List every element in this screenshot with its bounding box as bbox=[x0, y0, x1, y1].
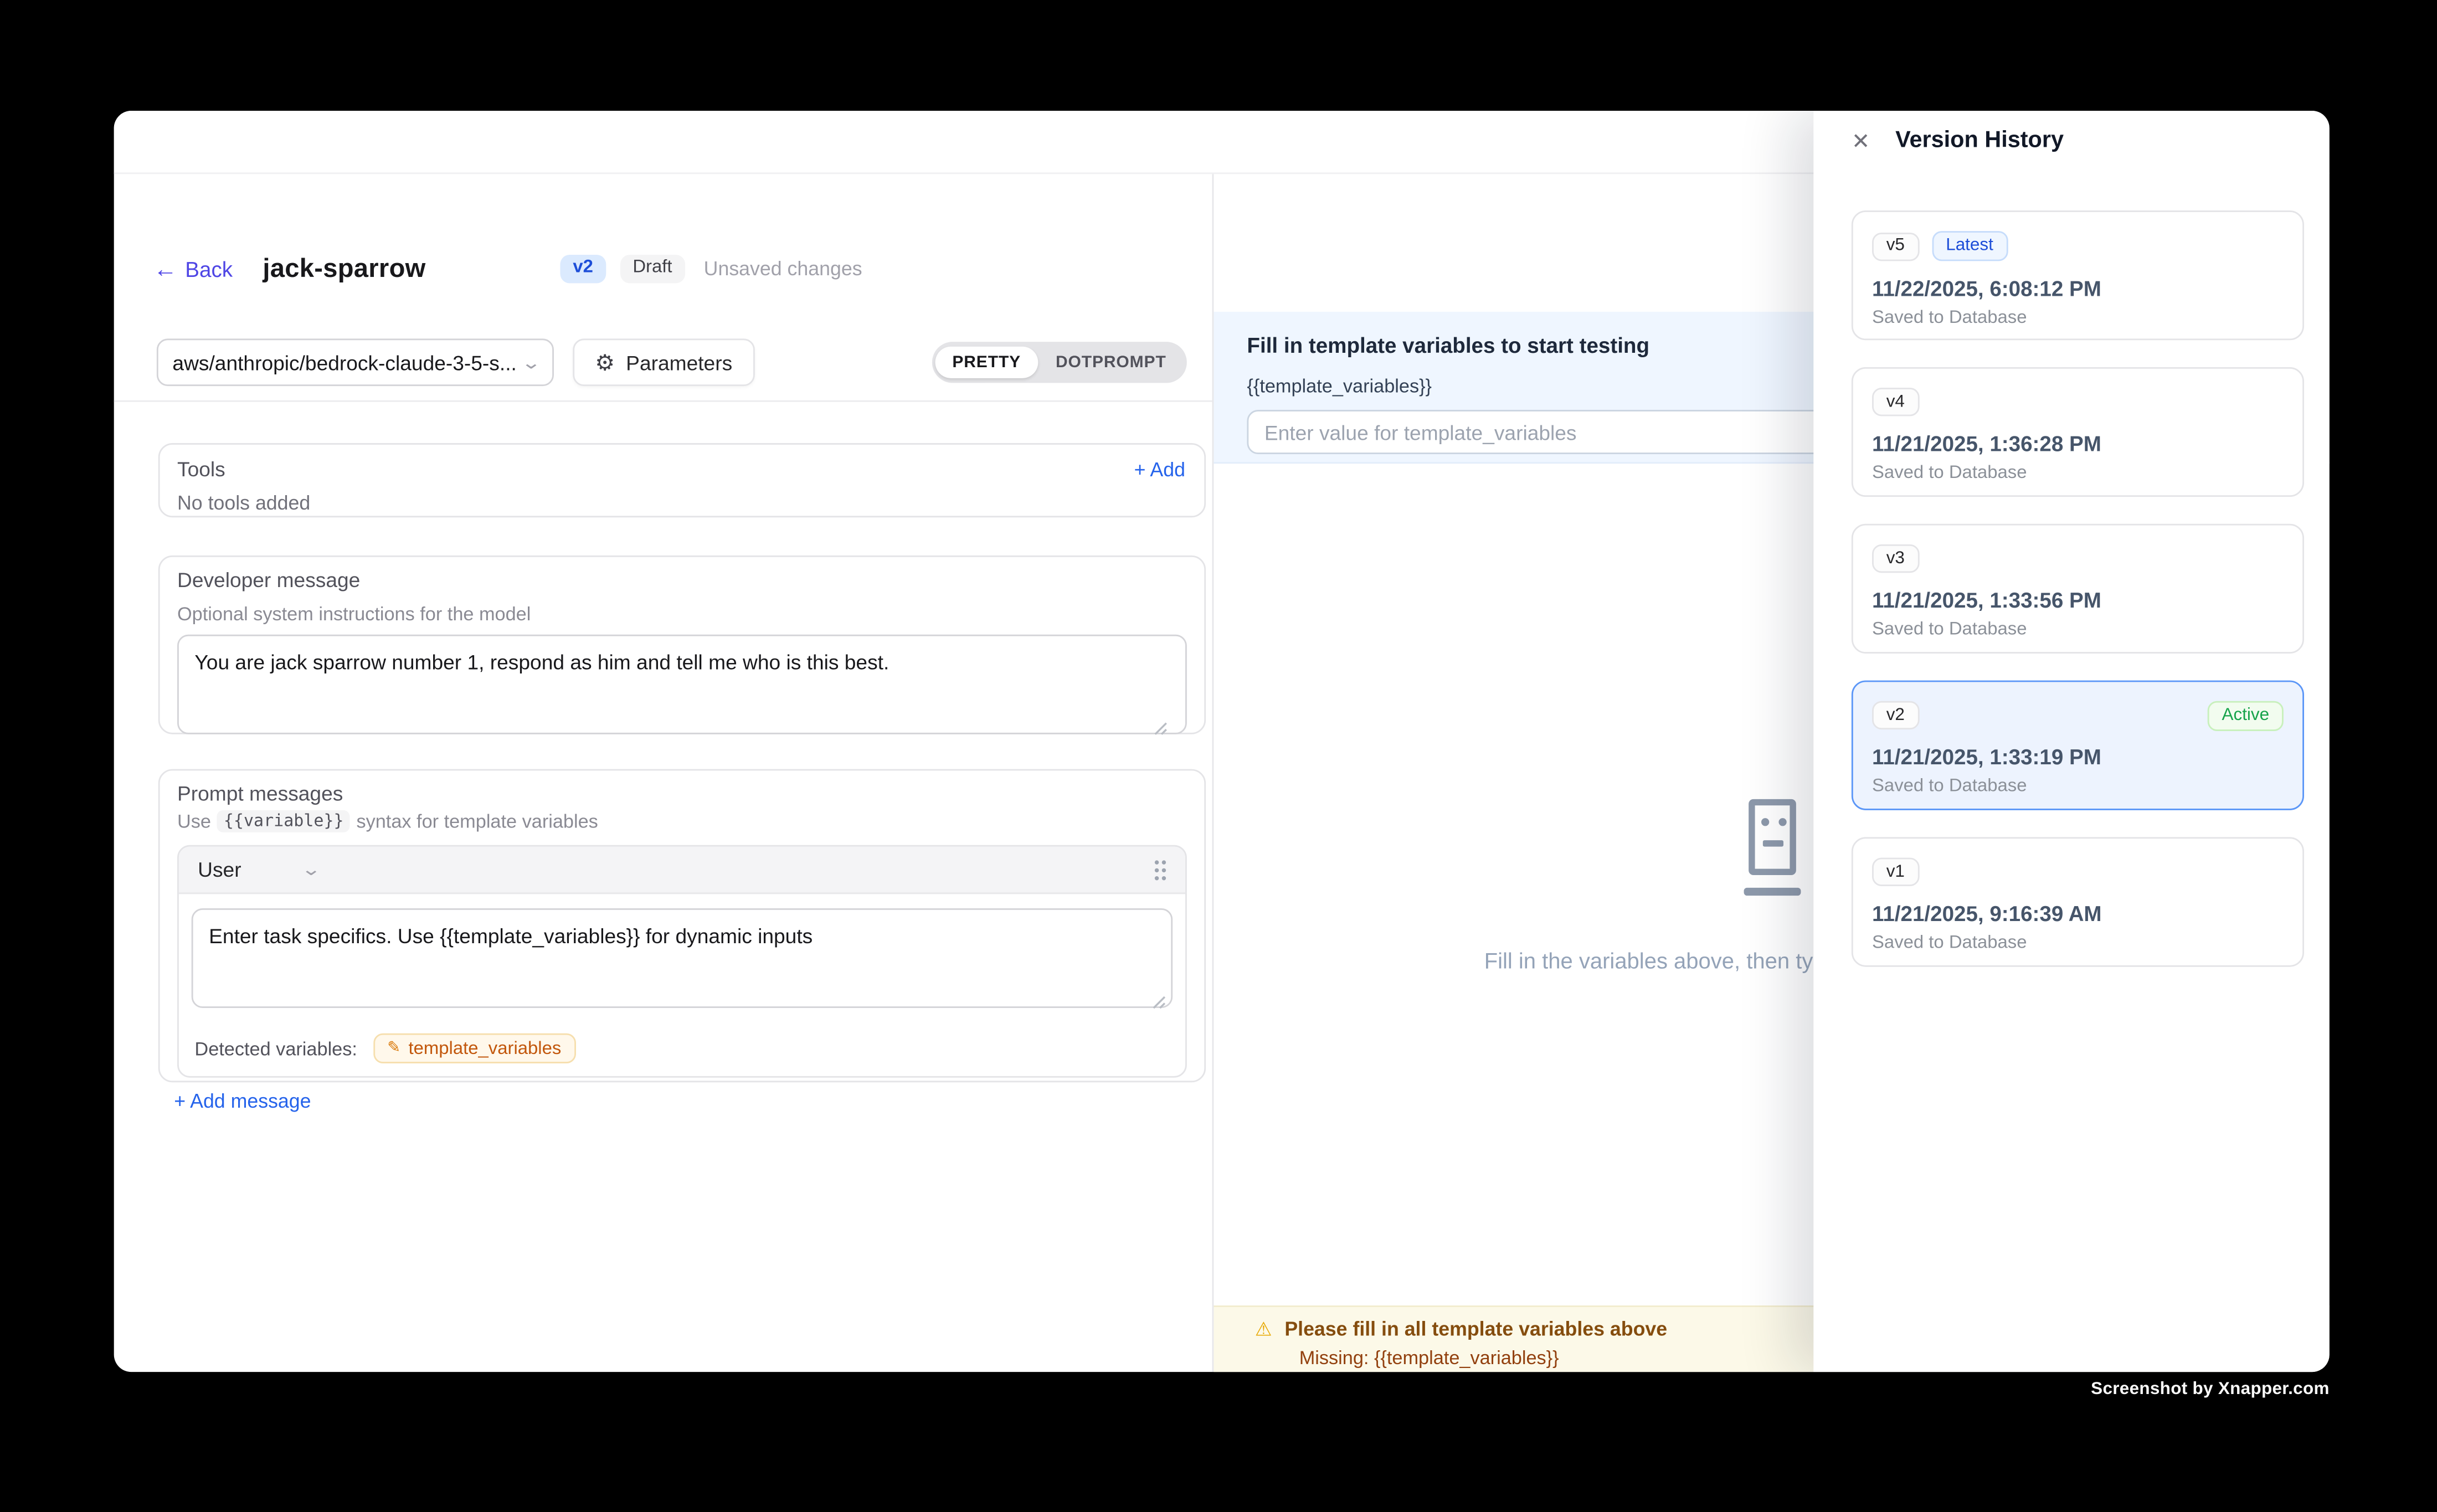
version-card-v3[interactable]: v3 11/21/2025, 1:33:56 PM Saved to Databas… bbox=[1852, 524, 2304, 654]
hint-suffix: syntax for template variables bbox=[356, 810, 598, 832]
app-window: ← Back jack-sparrow v2 Draft Unsaved cha… bbox=[114, 111, 2330, 1372]
format-toggle-pretty[interactable]: PRETTY bbox=[935, 347, 1038, 378]
close-icon[interactable]: ✕ bbox=[1852, 130, 1870, 152]
screenshot-caption: Screenshot by Xnapper.com bbox=[0, 1380, 2330, 1398]
version-saved-status: Saved to Database bbox=[1872, 620, 2284, 639]
message-block: User ⌄ Enter task specifics. Use {{templ… bbox=[177, 845, 1187, 1078]
version-number-badge: v3 bbox=[1872, 544, 1919, 573]
active-badge: Active bbox=[2208, 701, 2284, 731]
back-label: Back bbox=[185, 257, 233, 281]
back-button[interactable]: ← Back bbox=[153, 257, 233, 281]
version-number-badge: v5 bbox=[1872, 232, 1919, 260]
editor-header: ← Back jack-sparrow v2 Draft Unsaved cha… bbox=[153, 247, 862, 291]
format-toggle-dotprompt[interactable]: DOTPROMPT bbox=[1038, 347, 1184, 378]
latest-badge: Latest bbox=[1932, 231, 2008, 261]
prompt-messages-hint: Use {{variable}} syntax for template var… bbox=[177, 810, 1187, 832]
editor-toolbar: aws/anthropic/bedrock-claude-3-5-s... ⌄ … bbox=[157, 338, 1187, 386]
template-variable-name: template_variables bbox=[409, 1039, 562, 1058]
version-number-badge: v2 bbox=[1872, 701, 1919, 729]
version-number-badge: v4 bbox=[1872, 388, 1919, 416]
version-badge: v2 bbox=[560, 255, 605, 283]
detected-variables-label: Detected variables: bbox=[194, 1037, 357, 1060]
format-toggle: PRETTY DOTPROMPT bbox=[932, 342, 1187, 383]
robot-icon bbox=[1737, 799, 1807, 901]
chevron-down-icon: ⌄ bbox=[521, 352, 541, 373]
parameters-label: Parameters bbox=[626, 351, 732, 374]
version-date: 11/21/2025, 1:33:19 PM bbox=[1872, 745, 2284, 769]
role-select-value: User bbox=[198, 858, 241, 882]
version-history-panel: ✕ Version History v5 Latest 11/22/2025, 6:… bbox=[1813, 111, 2329, 1372]
draft-badge: Draft bbox=[620, 255, 685, 283]
model-select-value: aws/anthropic/bedrock-claude-3-5-s... bbox=[172, 351, 523, 374]
gear-icon: ⚙ bbox=[595, 349, 615, 376]
variable-value-input[interactable] bbox=[1247, 410, 1856, 454]
stage: ← Back jack-sparrow v2 Draft Unsaved cha… bbox=[0, 0, 2437, 1512]
version-date: 11/21/2025, 1:33:56 PM bbox=[1872, 589, 2284, 613]
add-message-label: Add message bbox=[190, 1091, 311, 1113]
version-card-v2[interactable]: v2 Active 11/21/2025, 1:33:19 PM Saved to D… bbox=[1852, 681, 2304, 810]
add-tool-button[interactable]: + Add bbox=[1134, 458, 1185, 480]
version-date: 11/21/2025, 9:16:39 AM bbox=[1872, 902, 2284, 926]
resize-handle-icon[interactable] bbox=[1152, 995, 1166, 1010]
page-title: jack-sparrow bbox=[263, 254, 425, 284]
add-message-button[interactable]: + Add message bbox=[174, 1091, 311, 1113]
developer-message-input[interactable]: You are jack sparrow number 1, respond a… bbox=[177, 635, 1187, 734]
developer-message-hint: Optional system instructions for the mod… bbox=[177, 603, 1187, 625]
model-select[interactable]: aws/anthropic/bedrock-claude-3-5-s... ⌄ bbox=[157, 338, 554, 386]
version-saved-status: Saved to Database bbox=[1872, 464, 2284, 482]
version-card-v1[interactable]: v1 11/21/2025, 9:16:39 AM Saved to Databas… bbox=[1852, 837, 2304, 966]
prompt-messages-label: Prompt messages bbox=[177, 781, 1187, 805]
version-saved-status: Saved to Database bbox=[1872, 777, 2284, 796]
version-history-title: Version History bbox=[1895, 128, 2064, 153]
add-tool-label: Add bbox=[1150, 458, 1185, 480]
template-variable-badge[interactable]: ✎ template_variables bbox=[373, 1033, 575, 1063]
parameters-button[interactable]: ⚙ Parameters bbox=[573, 338, 754, 386]
version-date: 11/21/2025, 1:36:28 PM bbox=[1872, 432, 2284, 456]
role-chevron-down-icon[interactable]: ⌄ bbox=[302, 859, 322, 880]
toolbar-divider bbox=[114, 400, 1212, 402]
drag-handle-icon[interactable] bbox=[1154, 858, 1166, 881]
version-card-v4[interactable]: v4 11/21/2025, 1:36:28 PM Saved to Databas… bbox=[1852, 367, 2304, 497]
user-message-input[interactable]: Enter task specifics. Use {{template_var… bbox=[192, 908, 1173, 1008]
tools-empty-text: No tools added bbox=[177, 492, 1185, 515]
pencil-icon: ✎ bbox=[387, 1040, 400, 1057]
detected-variables-row: Detected variables: ✎ template_variables bbox=[179, 1025, 1185, 1076]
hint-prefix: Use bbox=[177, 810, 211, 832]
unsaved-changes-label: Unsaved changes bbox=[704, 258, 862, 280]
back-arrow-icon: ← bbox=[153, 257, 177, 281]
version-list: v5 Latest 11/22/2025, 6:08:12 PM Saved to D… bbox=[1852, 210, 2304, 994]
variable-syntax-chip: {{variable}} bbox=[217, 810, 350, 832]
warning-title: Please fill in all template variables ab… bbox=[1284, 1318, 1667, 1340]
tools-card: Tools + Add No tools added bbox=[158, 443, 1206, 517]
developer-message-card: Developer message Optional system instru… bbox=[158, 556, 1206, 734]
developer-message-label: Developer message bbox=[177, 568, 1187, 592]
version-saved-status: Saved to Database bbox=[1872, 934, 2284, 953]
version-card-v5[interactable]: v5 Latest 11/22/2025, 6:08:12 PM Saved to D… bbox=[1852, 210, 2304, 340]
message-block-header: User ⌄ bbox=[179, 847, 1185, 894]
version-number-badge: v1 bbox=[1872, 858, 1919, 886]
prompt-messages-card: Prompt messages Use {{variable}} syntax … bbox=[158, 769, 1206, 1083]
tools-label: Tools bbox=[177, 457, 225, 481]
resize-handle-icon[interactable] bbox=[1154, 722, 1168, 736]
version-date: 11/22/2025, 6:08:12 PM bbox=[1872, 277, 2284, 301]
version-saved-status: Saved to Database bbox=[1872, 308, 2284, 327]
warning-icon: ⚠ bbox=[1255, 1318, 1272, 1340]
